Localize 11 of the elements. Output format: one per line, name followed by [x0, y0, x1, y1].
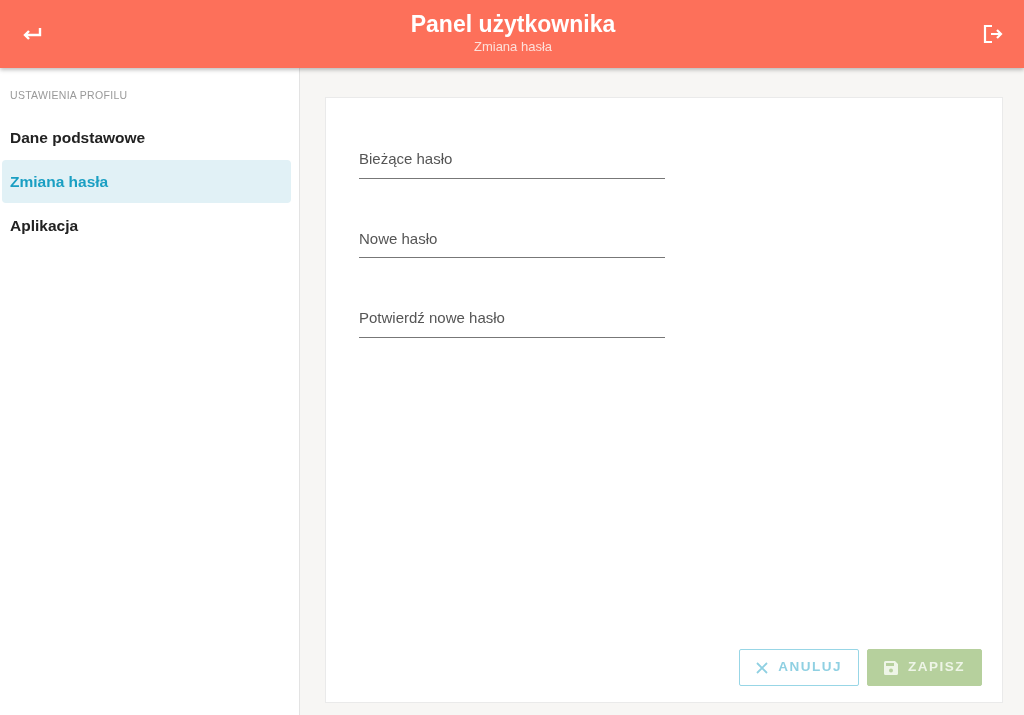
password-field[interactable]: Nowe hasło [359, 221, 665, 258]
sidebar-item[interactable]: Dane podstawowe [2, 115, 291, 159]
page-title: Panel użytkownika [410, 11, 616, 37]
sidebar-heading: USTAWIENIA PROFILU [9, 88, 129, 103]
close-icon [756, 661, 769, 674]
page-subtitle: Zmiana hasła [472, 37, 553, 56]
save-icon [884, 660, 898, 675]
sidebar-item[interactable]: Zmiana hasła [2, 160, 291, 204]
password-field[interactable]: Potwierdź nowe hasło [359, 301, 665, 338]
password-field[interactable]: Bieżące hasło [359, 142, 665, 179]
sidebar-item[interactable]: Aplikacja [2, 204, 291, 248]
